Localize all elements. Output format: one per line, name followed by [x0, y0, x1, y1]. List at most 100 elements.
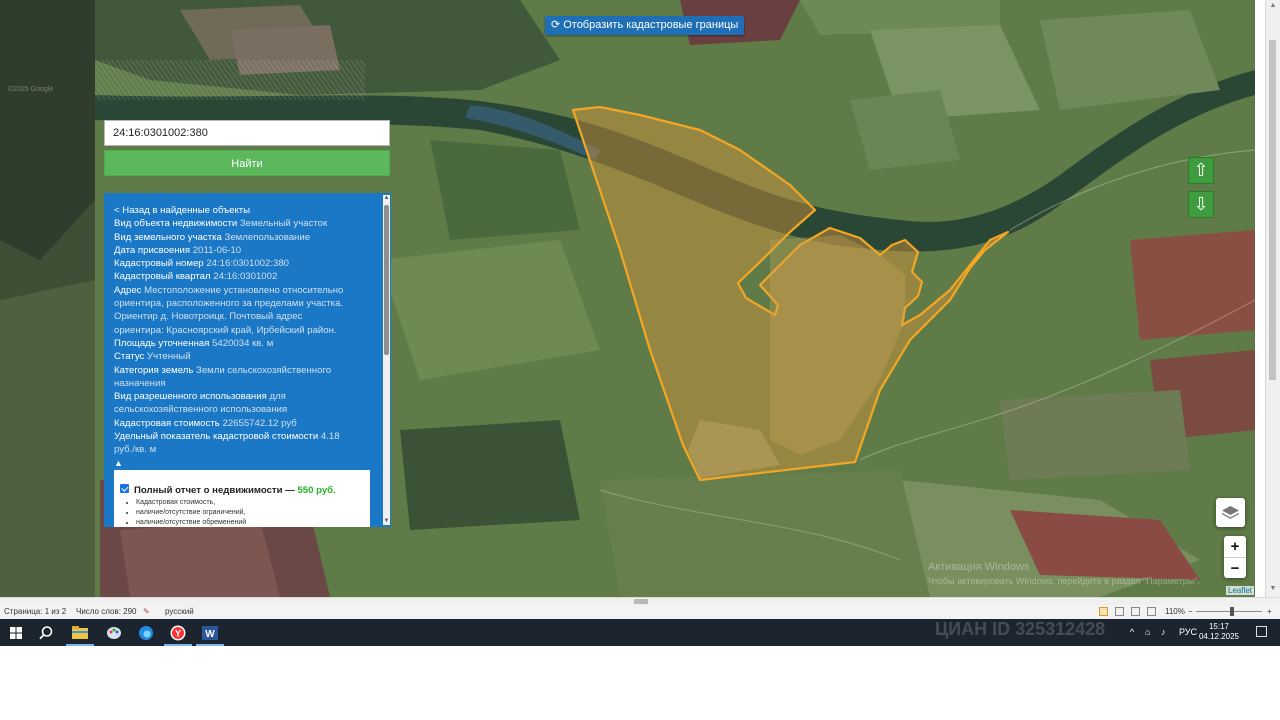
paint-icon[interactable] — [100, 619, 128, 646]
back-to-results-link[interactable]: < Назад в найденные объекты — [114, 204, 352, 217]
info-field-key: Дата присвоения — [114, 244, 191, 256]
horizontal-scroll-thumb[interactable] — [634, 599, 648, 604]
info-field: Статус Учтенный — [114, 350, 352, 363]
info-field: Кадастровый квартал 24:16:0301002 — [114, 270, 352, 283]
zoom-in-icon[interactable]: + — [1267, 607, 1272, 616]
word-count[interactable]: Число слов: 290 — [76, 607, 136, 616]
info-field-key: Вид разрешенного использования — [114, 391, 267, 403]
word-icon[interactable]: W — [196, 619, 224, 646]
panel-scroll-down-icon[interactable]: ▼ — [383, 518, 390, 525]
windows-taskbar: ЦИАН ID 325312428 Y W ^ ⌂ ♪ РУС 15:17 04… — [0, 619, 1280, 646]
find-button[interactable]: Найти — [104, 150, 390, 176]
zoom-control: + − — [1224, 536, 1246, 578]
yandex-browser-icon[interactable]: Y — [164, 619, 192, 646]
report-price: 550 руб. — [297, 485, 336, 496]
arrow-down-icon[interactable]: ⇩ — [1188, 191, 1214, 218]
zoom-slider-knob[interactable] — [1230, 607, 1234, 616]
info-field: Дата присвоения 2011-06-10 — [114, 244, 352, 257]
system-clock[interactable]: 15:17 04.12.2025 — [1197, 622, 1241, 642]
read-mode-icon[interactable] — [1115, 607, 1124, 616]
report-item: наличие/отсутствие обременений — [136, 518, 246, 527]
info-field-value: 24:16:0301002:380 — [206, 258, 290, 270]
volume-icon[interactable]: ♪ — [1161, 619, 1166, 646]
activation-subtitle: Чтобы активировать Windows, перейдите в … — [928, 576, 1200, 586]
info-field-key: Адрес — [114, 284, 142, 296]
info-field-key: Кадастровый номер — [114, 258, 204, 270]
search-icon[interactable] — [32, 619, 60, 646]
zoom-slider[interactable] — [1196, 611, 1262, 612]
notifications-icon[interactable] — [1256, 626, 1267, 637]
info-field-key: Удельный показатель кадастровой стоимост… — [114, 431, 319, 443]
report-checkbox[interactable] — [120, 484, 129, 493]
zoom-level[interactable]: 110% — [1165, 607, 1185, 616]
panel-scroll-up-icon[interactable]: ▲ — [383, 195, 390, 202]
report-items-list: Кадастровая стоимость,наличие/отсутствие… — [122, 498, 246, 527]
word-status-bar: Страница: 1 из 2 Число слов: 290 ✎ русск… — [0, 605, 1280, 619]
report-item: Кадастровая стоимость, — [136, 498, 246, 508]
info-field-value: 5420034 кв. м — [212, 337, 274, 349]
page-count[interactable]: Страница: 1 из 2 — [4, 607, 66, 616]
layers-button[interactable] — [1216, 498, 1245, 527]
info-field-value: Учтенный — [147, 351, 191, 363]
satellite-map[interactable]: ©2025 Google ⟳ Отобразить кадастровые гра… — [0, 0, 1255, 597]
file-explorer-icon[interactable] — [66, 619, 94, 646]
report-item: наличие/отсутствие ограничений, — [136, 508, 246, 518]
info-field: Площадь уточненная 5420034 кв. м — [114, 337, 352, 350]
zoom-in-button[interactable]: + — [1224, 536, 1246, 557]
zoom-out-icon[interactable]: − — [1188, 607, 1193, 616]
page-vertical-scrollbar[interactable]: ▲ ▼ — [1265, 0, 1280, 597]
web-layout-icon[interactable] — [1131, 607, 1140, 616]
edge-icon[interactable] — [132, 619, 160, 646]
info-field: Категория земель Земли сельскохозяйствен… — [114, 364, 352, 391]
cadastral-button-label: Отобразить кадастровые границы — [563, 19, 739, 31]
full-report-option[interactable]: Полный отчет о недвижимости — 550 руб. К… — [114, 470, 370, 527]
info-field: Вид разрешенного использования для сельс… — [114, 390, 352, 417]
windows-start-icon[interactable] — [2, 619, 30, 646]
outline-view-icon[interactable] — [1147, 607, 1156, 616]
tray-chevron-icon[interactable]: ^ — [1130, 619, 1134, 646]
network-icon[interactable]: ⌂ — [1145, 619, 1150, 646]
page-scrollbar-thumb[interactable] — [1269, 40, 1276, 380]
refresh-icon: ⟳ — [551, 19, 561, 31]
leaflet-attribution-link[interactable]: Leaflet — [1226, 586, 1255, 595]
report-title: Полный отчет о недвижимости — 550 руб. — [134, 485, 336, 496]
cian-watermark: ЦИАН ID 325312428 — [935, 619, 1106, 639]
windows-activation-watermark: Активация Windows Чтобы активировать Win… — [928, 560, 1200, 588]
clock-date: 04.12.2025 — [1198, 632, 1240, 641]
info-fields-list: Вид объекта недвижимости Земельный участ… — [114, 217, 352, 456]
screen: ©2025 Google ⟳ Отобразить кадастровые гра… — [0, 0, 1280, 720]
info-field: Адрес Местоположение установлено относит… — [114, 284, 352, 337]
info-field-key: Кадастровая стоимость — [114, 417, 220, 429]
collapse-toggle[interactable]: ▲ — [114, 457, 352, 470]
language-indicator[interactable]: русский — [165, 607, 194, 616]
info-field: Вид земельного участка Землепользование — [114, 231, 352, 244]
info-field-value: Земельный участок — [239, 218, 328, 230]
info-field-value: 24:16:0301002 — [213, 271, 278, 283]
info-field-key: Статус — [114, 351, 145, 363]
object-info-content: < Назад в найденные объекты Вид объекта … — [114, 204, 352, 470]
show-cadastral-borders-button[interactable]: ⟳ Отобразить кадастровые границы — [545, 16, 745, 35]
scroll-up-icon[interactable]: ▲ — [1268, 2, 1278, 9]
scroll-down-icon[interactable]: ▼ — [1268, 585, 1278, 592]
info-field-key: Вид земельного участка — [114, 231, 222, 243]
print-layout-icon[interactable] — [1099, 607, 1108, 616]
input-language[interactable]: РУС — [1179, 619, 1197, 646]
clock-time: 15:17 — [1208, 622, 1230, 631]
layers-icon — [1221, 506, 1240, 519]
arrow-up-icon[interactable]: ⇧ — [1188, 157, 1214, 184]
cadastral-search-input[interactable] — [104, 120, 390, 146]
spellcheck-icon[interactable]: ✎ — [143, 607, 150, 616]
report-title-text: Полный отчет о недвижимости — — [134, 485, 295, 496]
object-info-panel[interactable]: < Назад в найденные объекты Вид объекта … — [104, 193, 391, 527]
panel-scrollbar-thumb[interactable] — [384, 205, 389, 355]
svg-text:W: W — [205, 629, 215, 640]
info-field-value: Местоположение установлено относительно … — [114, 284, 344, 336]
info-field-value: 22655742.12 руб — [222, 417, 297, 429]
info-field-key: Кадастровый квартал — [114, 271, 211, 283]
zoom-out-button[interactable]: − — [1224, 558, 1246, 579]
info-field-value: Землепользование — [224, 231, 311, 243]
svg-text:Y: Y — [175, 629, 181, 639]
info-field-key: Вид объекта недвижимости — [114, 218, 238, 230]
info-field: Кадастровая стоимость 22655742.12 руб — [114, 417, 352, 430]
info-field-key: Площадь уточненная — [114, 337, 210, 349]
